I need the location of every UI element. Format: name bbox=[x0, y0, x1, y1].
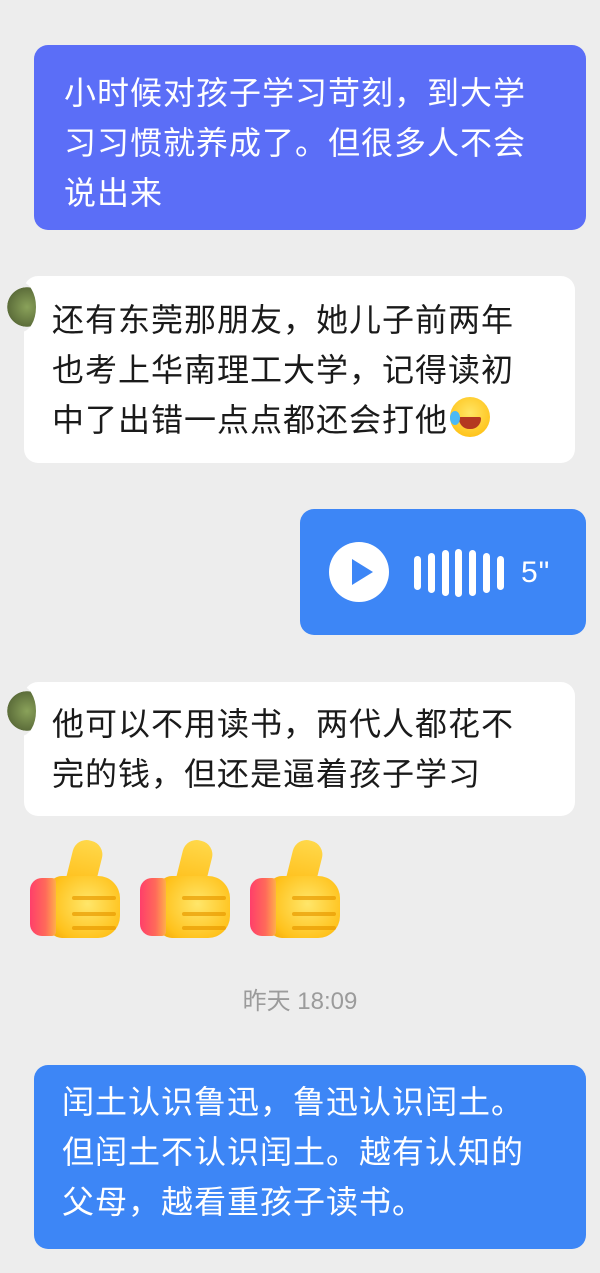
message-line: 完的钱，但还是逼着孩子学习 bbox=[52, 755, 482, 793]
audio-waveform-icon bbox=[414, 549, 504, 597]
sent-message-bubble[interactable]: 闰土认识鲁迅，鲁迅认识闰土。 但闰土不认识闰土。越有认知的 父母，越看重孩子读书… bbox=[34, 1065, 586, 1249]
thumbs-up-icon bbox=[138, 836, 234, 940]
voice-message-bubble[interactable]: 5" bbox=[300, 509, 586, 635]
timestamp: 昨天 18:09 bbox=[242, 988, 358, 1015]
thumbs-up-icon bbox=[28, 836, 124, 940]
avatar[interactable] bbox=[6, 282, 36, 332]
message-line: 还有东莞那朋友，她儿子前两年 bbox=[52, 301, 515, 339]
message-line: 他可以不用读书，两代人都花不 bbox=[52, 705, 515, 743]
message-line-with-emoji: 中了出错一点点都还会打他 bbox=[52, 395, 555, 445]
thumbs-up-icon bbox=[248, 836, 344, 940]
voice-duration: 5" bbox=[521, 556, 551, 589]
message-line: 但闰土不认识闰土。越有认知的 bbox=[62, 1133, 525, 1171]
avatar[interactable] bbox=[6, 686, 36, 736]
rolling-on-floor-laughing-icon bbox=[450, 397, 491, 437]
sent-message-bubble[interactable]: 小时候对孩子学习苛刻，到大学 习习惯就养成了。但很多人不会 说出来 bbox=[34, 45, 586, 230]
message-line-text: 中了出错一点点都还会打他 bbox=[52, 401, 449, 439]
message-line: 说出来 bbox=[64, 174, 164, 212]
message-line: 习习惯就养成了。但很多人不会 bbox=[64, 124, 527, 162]
received-message-bubble[interactable]: 他可以不用读书，两代人都花不 完的钱，但还是逼着孩子学习 bbox=[6, 682, 575, 816]
thumbs-up-emoji-message[interactable] bbox=[28, 836, 344, 940]
message-line: 小时候对孩子学习苛刻，到大学 bbox=[64, 74, 527, 112]
message-line: 父母，越看重孩子读书。 bbox=[62, 1183, 426, 1221]
message-line: 闰土认识鲁迅，鲁迅认识闰土。 bbox=[62, 1083, 525, 1121]
play-icon[interactable] bbox=[329, 542, 389, 602]
message-line: 也考上华南理工大学，记得读初 bbox=[52, 351, 515, 389]
received-message-bubble[interactable]: 还有东莞那朋友，她儿子前两年 也考上华南理工大学，记得读初 中了出错一点点都还会… bbox=[6, 276, 575, 463]
